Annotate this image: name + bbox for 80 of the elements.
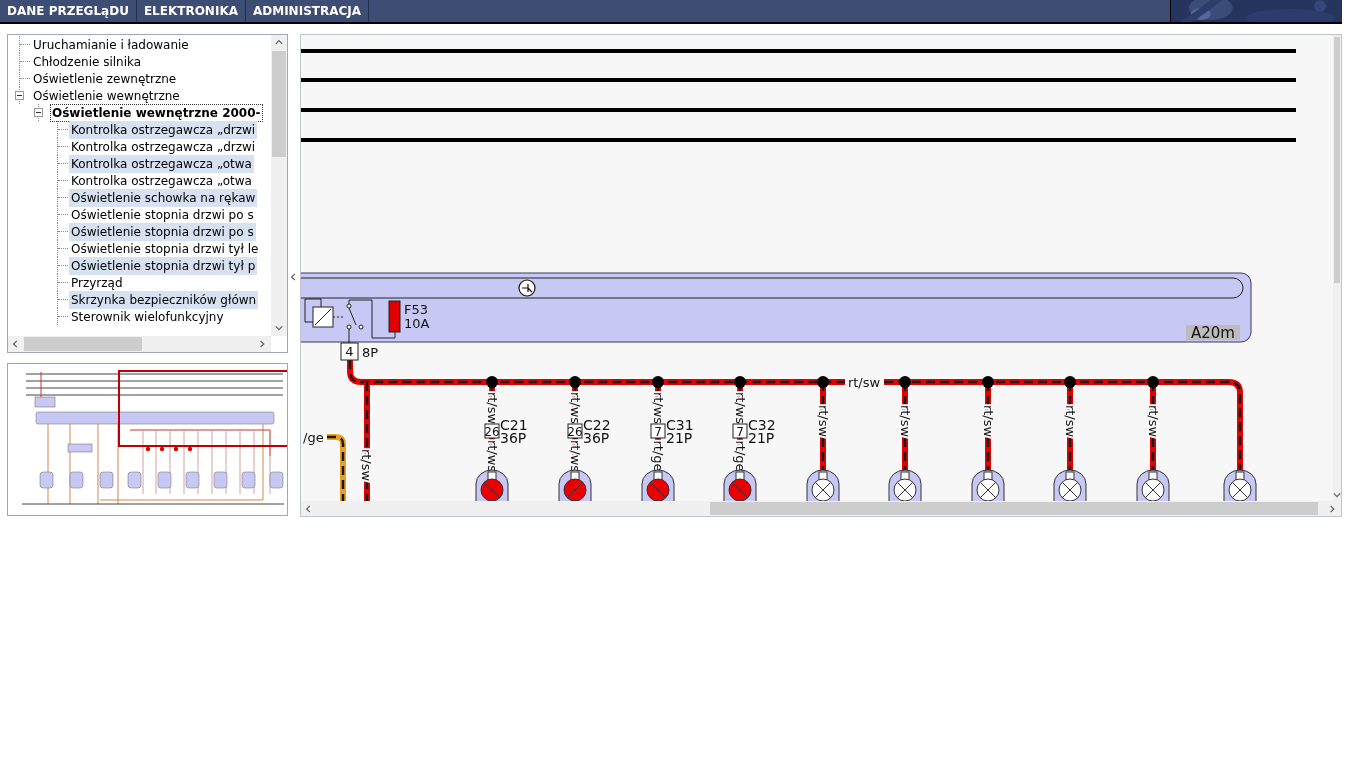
wire-label: rt/sw: [358, 448, 374, 482]
scroll-left-icon[interactable]: [12, 340, 20, 348]
wire-label: rt/ws: [567, 391, 583, 425]
tree-item[interactable]: Sterownik wielofunkcyjny: [69, 307, 226, 326]
tree-item[interactable]: Chłodzenie silnika: [31, 52, 144, 71]
tree-item[interactable]: Kontrolka ostrzegawcza „drzwi: [69, 137, 258, 156]
tree-item[interactable]: Uruchamianie i ładowanie: [31, 35, 191, 54]
connector-label: 21P: [748, 430, 775, 446]
tree-item[interactable]: Oświetlenie schowka na rękaw: [69, 188, 258, 207]
junction-dot: [486, 376, 498, 388]
module-label: A20m: [1186, 324, 1240, 342]
wire-label: rt/sw: [1145, 404, 1161, 438]
tree-item[interactable]: Skrzynka bezpieczników główn: [69, 290, 259, 309]
wire-label: rt/sw: [815, 404, 831, 438]
wire-label: rt/ws: [484, 439, 500, 473]
connector-label: 8P: [362, 345, 379, 360]
scroll-up-icon[interactable]: [275, 39, 283, 47]
scroll-thumb[interactable]: [710, 502, 1318, 515]
connector-label: 36P: [500, 430, 527, 446]
scroll-thumb[interactable]: [1334, 37, 1340, 283]
tree-item[interactable]: Oświetlenie stopnia drzwi tył le: [69, 239, 261, 258]
ground-icon: [518, 279, 536, 297]
scroll-thumb[interactable]: [24, 337, 142, 351]
horizontal-scrollbar[interactable]: [8, 336, 271, 352]
scroll-down-icon[interactable]: [275, 324, 283, 332]
tree-item[interactable]: Kontrolka ostrzegawcza „otwa: [69, 171, 254, 190]
side-wire: [327, 434, 346, 501]
tree-item[interactable]: Oświetlenie stopnia drzwi po s: [69, 222, 256, 241]
wire-label: rt/ge: [650, 440, 666, 472]
wire-label: rt/ws: [567, 439, 583, 473]
fuse-symbol: [388, 300, 401, 333]
connector-label: C31: [666, 417, 694, 433]
vertical-scrollbar[interactable]: [271, 35, 287, 336]
scroll-left-icon[interactable]: [305, 504, 313, 513]
wire-label: rt/sw: [980, 404, 996, 438]
fuse-label: F53: [404, 302, 429, 317]
connector-label: C22: [583, 417, 611, 433]
scroll-down-icon[interactable]: [1333, 491, 1341, 499]
pin-box: 7: [732, 423, 748, 439]
connector-label: C21: [500, 417, 528, 433]
tree-item[interactable]: Oświetlenie zewnętrzne: [31, 69, 179, 88]
connector-label: C32: [748, 417, 776, 433]
collapse-icon[interactable]: [290, 273, 298, 281]
connector-label: 21P: [666, 430, 693, 446]
junction-dot: [1147, 376, 1159, 388]
tree-item[interactable]: Kontrolka ostrzegawcza „otwa: [69, 154, 254, 173]
junction-dot: [982, 376, 994, 388]
junction-dot: [734, 376, 746, 388]
junction-dot: [569, 376, 581, 388]
tree-item[interactable]: Kontrolka ostrzegawcza „drzwi: [69, 120, 258, 139]
wire-label: rt/sw: [897, 404, 913, 438]
fuse-rating: 10A: [404, 316, 430, 331]
junction-dot: [817, 376, 829, 388]
junction-dot: [899, 376, 911, 388]
wire-label: /ge: [303, 430, 324, 445]
vertical-scrollbar[interactable]: [1333, 35, 1341, 501]
scroll-right-icon[interactable]: [1329, 504, 1337, 513]
tree-item[interactable]: Oświetlenie stopnia drzwi tył p: [69, 256, 258, 275]
connector-label: 36P: [583, 430, 610, 446]
tree-item[interactable]: Oświetlenie stopnia drzwi po s: [69, 205, 256, 224]
wire-label: rt/sw: [484, 391, 500, 425]
wire-label: rt/ws: [650, 391, 666, 425]
expand-toggle[interactable]: [34, 108, 43, 117]
wire-label: rt/ge: [732, 440, 748, 472]
pin-box: 26: [484, 423, 500, 439]
pin-box: 26: [567, 423, 583, 439]
expand-toggle[interactable]: [15, 91, 24, 100]
pin-box: 4: [340, 342, 359, 361]
wire-label: rt/ws: [732, 391, 748, 425]
junction-dot: [652, 376, 664, 388]
wire-label: rt/sw: [1062, 404, 1078, 438]
scroll-right-icon[interactable]: [259, 340, 267, 348]
tree-item[interactable]: Przyrząd: [69, 273, 125, 292]
viewport-frame[interactable]: [118, 370, 287, 447]
junction-dot: [1064, 376, 1076, 388]
scroll-thumb[interactable]: [272, 51, 286, 157]
pin-box: 7: [650, 423, 666, 439]
tree-item[interactable]: Oświetlenie wewnętrzne: [31, 86, 182, 105]
horizontal-scrollbar[interactable]: [301, 501, 1341, 516]
wire-label: rt/sw: [847, 375, 881, 390]
